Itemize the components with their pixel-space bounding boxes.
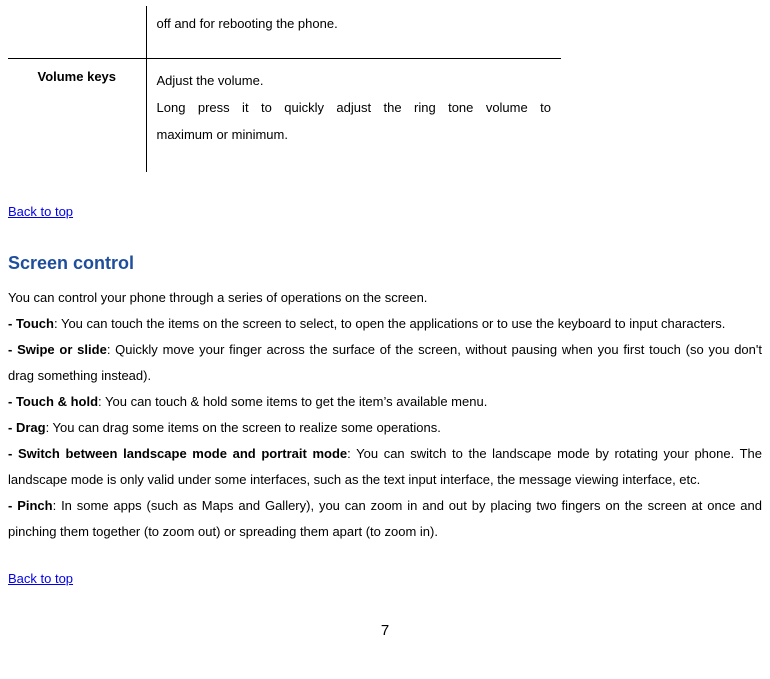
desc-text-line3: maximum or minimum. xyxy=(157,121,552,148)
mode-label: - Switch between landscape mode and port… xyxy=(8,446,347,461)
table-row: off and for rebooting the phone. xyxy=(8,6,561,58)
drag-text: : You can drag some items on the screen … xyxy=(46,420,441,435)
hold-paragraph: - Touch & hold: You can touch & hold som… xyxy=(8,389,762,415)
desc-cell: off and for rebooting the phone. xyxy=(146,6,561,58)
swipe-paragraph: - Swipe or slide: Quickly move your fing… xyxy=(8,337,762,389)
back-to-top-link[interactable]: Back to top xyxy=(8,202,73,222)
mode-paragraph: - Switch between landscape mode and port… xyxy=(8,441,762,493)
drag-label: - Drag xyxy=(8,420,46,435)
touch-paragraph: - Touch: You can touch the items on the … xyxy=(8,311,762,337)
hold-label: - Touch & hold xyxy=(8,394,98,409)
pinch-paragraph: - Pinch: In some apps (such as Maps and … xyxy=(8,493,762,545)
desc-cell: Adjust the volume. Long press it to quic… xyxy=(146,58,561,172)
hold-text: : You can touch & hold some items to get… xyxy=(98,394,487,409)
back-to-top-link[interactable]: Back to top xyxy=(8,569,73,589)
section-heading: Screen control xyxy=(8,250,762,277)
intro-paragraph: You can control your phone through a ser… xyxy=(8,285,762,311)
pinch-text: : In some apps (such as Maps and Gallery… xyxy=(8,498,762,539)
pinch-label: - Pinch xyxy=(8,498,53,513)
desc-text-line1: Adjust the volume. xyxy=(157,67,552,94)
keys-table: off and for rebooting the phone. Volume … xyxy=(8,6,561,172)
desc-text: off and for rebooting the phone. xyxy=(157,16,338,31)
swipe-text: : Quickly move your finger across the su… xyxy=(8,342,762,383)
key-label: Volume keys xyxy=(37,69,116,84)
key-cell: Volume keys xyxy=(8,58,146,172)
drag-paragraph: - Drag: You can drag some items on the s… xyxy=(8,415,762,441)
key-cell-empty xyxy=(8,6,146,58)
swipe-label: - Swipe or slide xyxy=(8,342,107,357)
desc-text-line2: Long press it to quickly adjust the ring… xyxy=(157,94,552,121)
touch-label: - Touch xyxy=(8,316,54,331)
page-number: 7 xyxy=(8,620,762,643)
table-row: Volume keys Adjust the volume. Long pres… xyxy=(8,58,561,172)
touch-text: : You can touch the items on the screen … xyxy=(54,316,725,331)
